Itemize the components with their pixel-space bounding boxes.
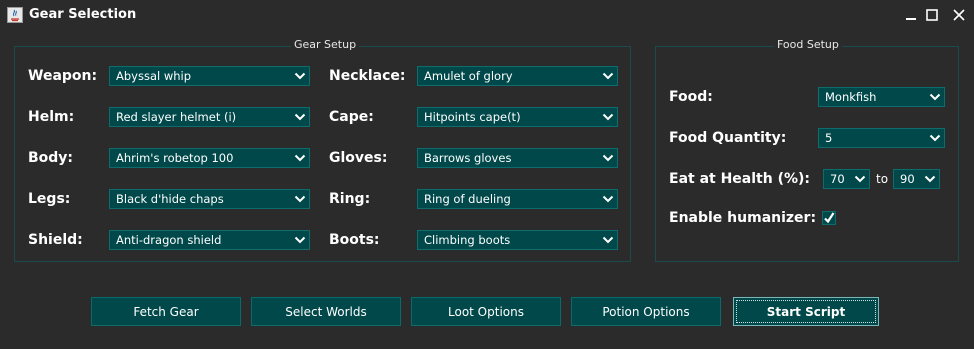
cape-label: Cape: (329, 109, 374, 125)
gloves-value: Barrows gloves (424, 151, 512, 165)
food-dropdown[interactable]: Monkfish (818, 87, 945, 107)
gear-setup-legend: Gear Setup (291, 38, 360, 51)
start-script-button[interactable]: Start Script (733, 297, 879, 326)
legs-label: Legs: (28, 191, 71, 207)
to-text: to (876, 172, 889, 186)
body-dropdown[interactable]: Ahrim's robetop 100 (109, 148, 310, 168)
cape-value: Hitpoints cape(t) (424, 110, 521, 124)
chevron-down-icon (291, 231, 309, 249)
shield-label: Shield: (28, 232, 83, 248)
food-value: Monkfish (825, 90, 877, 104)
window-title: Gear Selection (29, 7, 137, 22)
weapon-dropdown[interactable]: Abyssal whip (109, 66, 310, 86)
chevron-down-icon (291, 149, 309, 167)
shield-dropdown[interactable]: Anti-dragon shield (109, 230, 310, 250)
chevron-down-icon (926, 129, 944, 147)
ring-value: Ring of dueling (424, 192, 511, 206)
minimize-icon[interactable] (902, 6, 920, 24)
chevron-down-icon (851, 170, 869, 188)
chevron-down-icon (599, 231, 617, 249)
helm-value: Red slayer helmet (i) (116, 110, 237, 124)
chevron-down-icon (599, 190, 617, 208)
title-bar: Gear Selection (0, 0, 974, 31)
necklace-label: Necklace: (329, 68, 406, 84)
food-quantity-label: Food Quantity: (669, 130, 787, 146)
potion-options-button[interactable]: Potion Options (571, 297, 721, 326)
chevron-down-icon (599, 67, 617, 85)
ring-dropdown[interactable]: Ring of dueling (417, 189, 618, 209)
chevron-down-icon (921, 170, 939, 188)
shield-value: Anti-dragon shield (116, 233, 222, 247)
chevron-down-icon (926, 88, 944, 106)
cape-dropdown[interactable]: Hitpoints cape(t) (417, 107, 618, 127)
weapon-value: Abyssal whip (116, 69, 192, 83)
food-setup-legend: Food Setup (774, 38, 842, 51)
legs-dropdown[interactable]: Black d'hide chaps (109, 189, 310, 209)
loot-options-button[interactable]: Loot Options (411, 297, 561, 326)
chevron-down-icon (291, 67, 309, 85)
food-quantity-value: 5 (825, 131, 833, 145)
boots-label: Boots: (329, 232, 380, 248)
weapon-label: Weapon: (28, 68, 98, 84)
eat-health-label: Eat at Health (%): (669, 171, 811, 187)
maximize-icon[interactable] (923, 6, 941, 24)
humanizer-label: Enable humanizer: (669, 210, 817, 226)
eat-min-value: 70 (830, 172, 845, 186)
food-label: Food: (669, 89, 713, 105)
eat-max-dropdown[interactable]: 90 (893, 169, 940, 189)
necklace-dropdown[interactable]: Amulet of glory (417, 66, 618, 86)
body-label: Body: (28, 150, 74, 166)
food-quantity-dropdown[interactable]: 5 (818, 128, 945, 148)
legs-value: Black d'hide chaps (116, 192, 224, 206)
chevron-down-icon (599, 149, 617, 167)
select-worlds-button[interactable]: Select Worlds (251, 297, 401, 326)
chevron-down-icon (291, 108, 309, 126)
helm-label: Helm: (28, 109, 75, 125)
humanizer-checkbox[interactable] (822, 211, 836, 225)
food-setup-panel: Food Setup (655, 38, 959, 262)
eat-min-dropdown[interactable]: 70 (823, 169, 870, 189)
chevron-down-icon (291, 190, 309, 208)
fetch-gear-button[interactable]: Fetch Gear (91, 297, 241, 326)
necklace-value: Amulet of glory (424, 69, 513, 83)
ring-label: Ring: (329, 191, 371, 207)
eat-max-value: 90 (900, 172, 915, 186)
gloves-label: Gloves: (329, 150, 388, 166)
boots-dropdown[interactable]: Climbing boots (417, 230, 618, 250)
java-icon (7, 7, 23, 23)
gloves-dropdown[interactable]: Barrows gloves (417, 148, 618, 168)
close-icon[interactable] (950, 6, 968, 24)
body-value: Ahrim's robetop 100 (116, 151, 234, 165)
chevron-down-icon (599, 108, 617, 126)
helm-dropdown[interactable]: Red slayer helmet (i) (109, 107, 310, 127)
boots-value: Climbing boots (424, 233, 511, 247)
